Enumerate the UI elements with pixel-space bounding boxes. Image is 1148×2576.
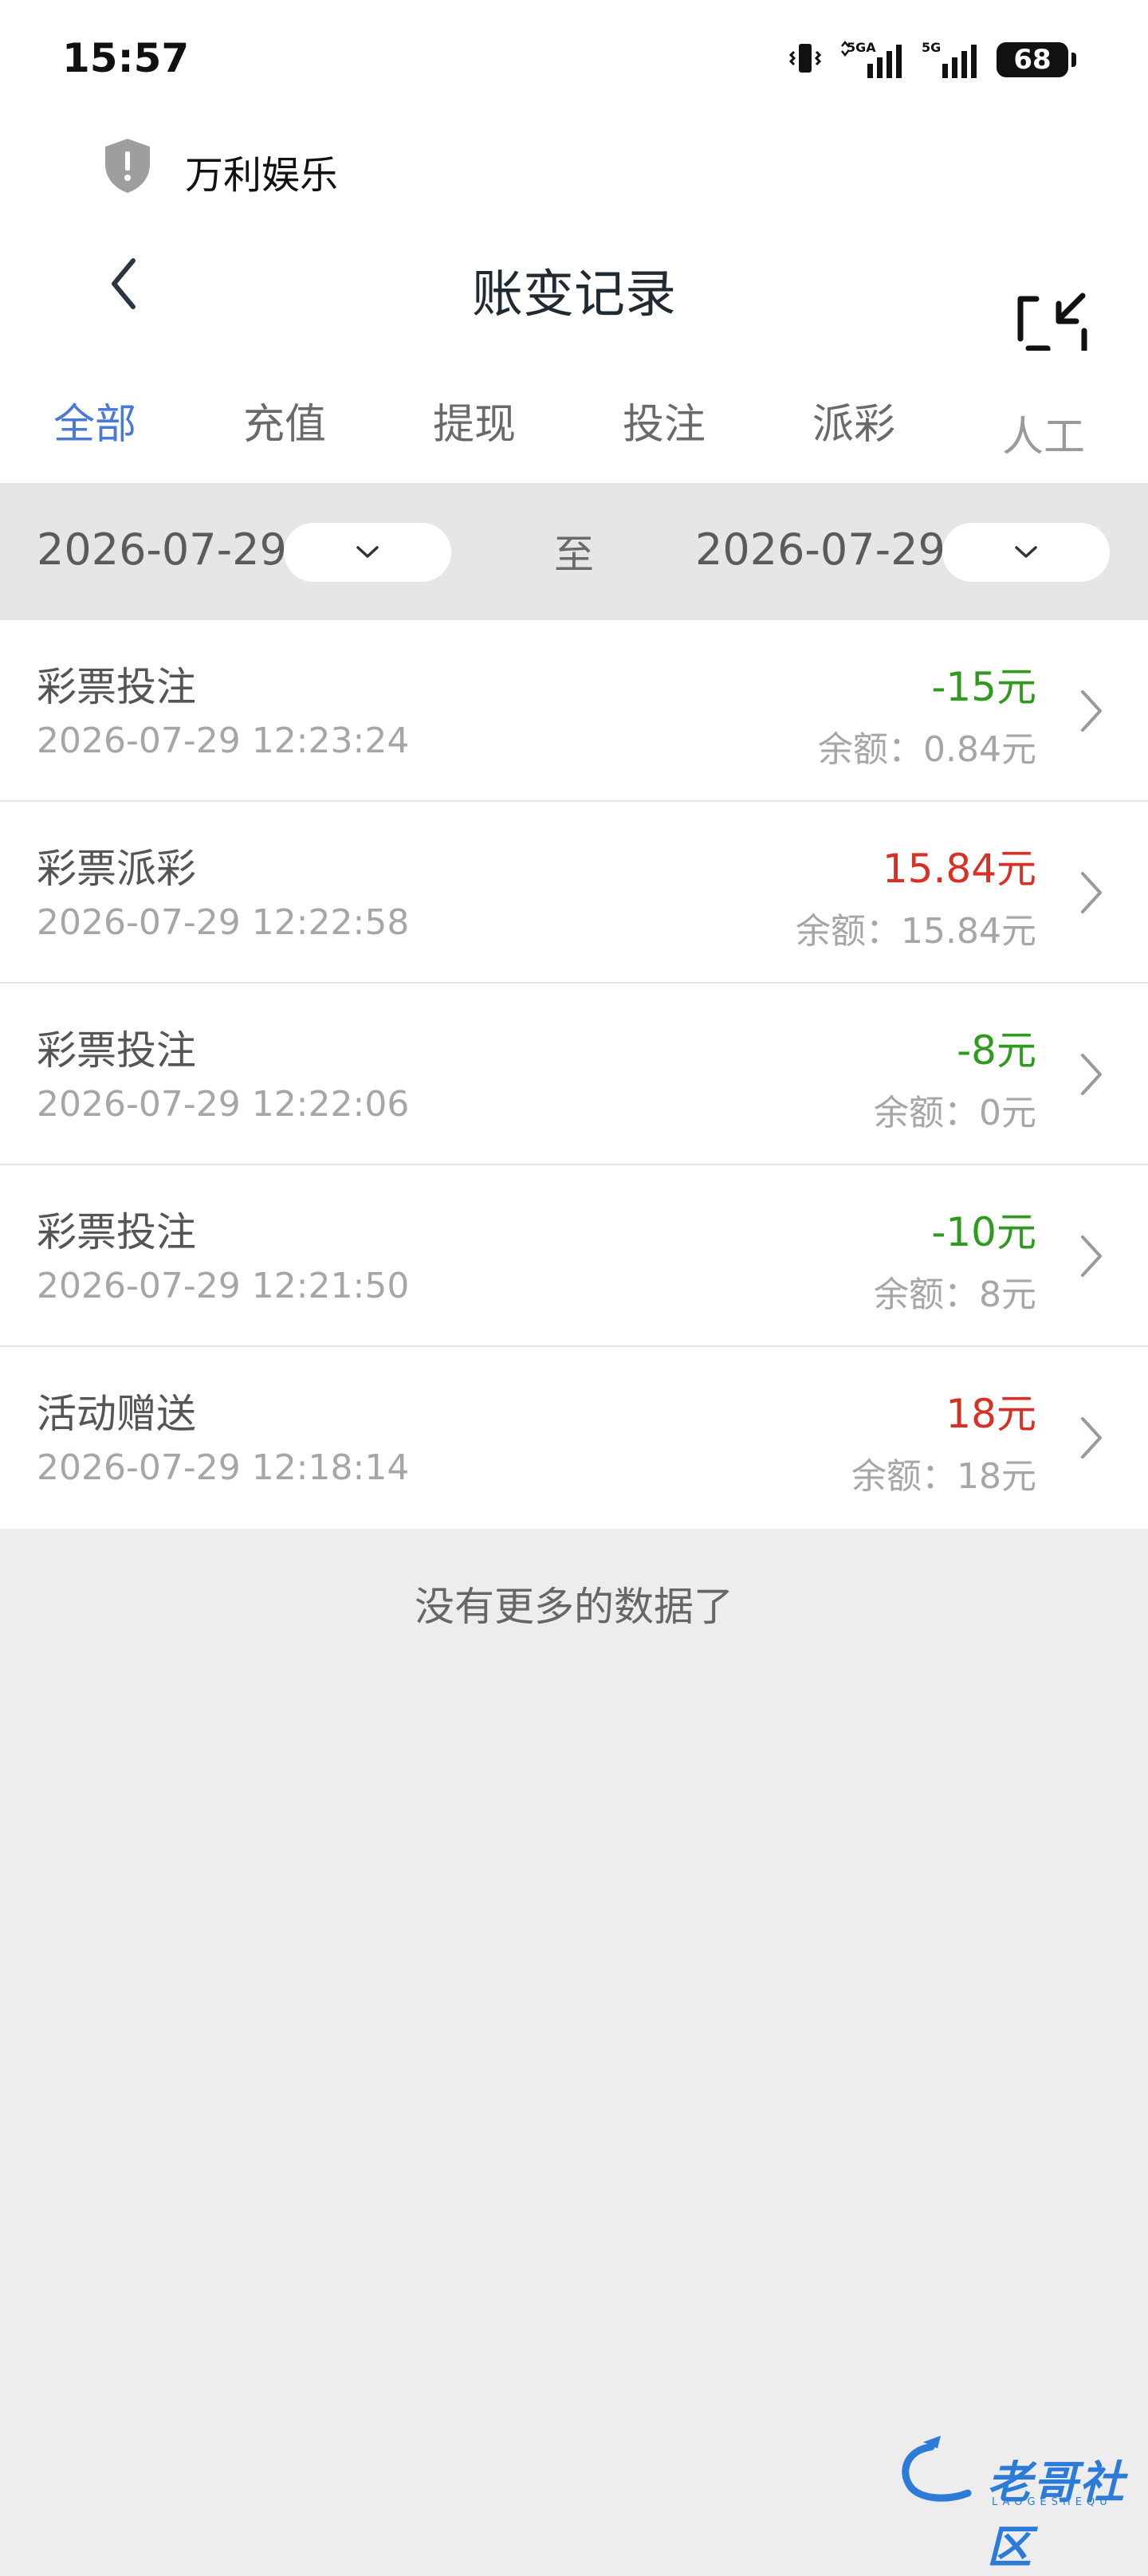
- list-item[interactable]: 彩票派彩 2026-07-29 12:22:58 15.84元 余额：15.84…: [0, 802, 1148, 984]
- list-item[interactable]: 彩票投注 2026-07-29 12:23:24 -15元 余额：0.84元: [0, 620, 1148, 802]
- chevron-right-icon: [1078, 1232, 1105, 1283]
- record-amount: 15.84元: [882, 846, 1036, 892]
- tab-manual[interactable]: 人工: [949, 351, 1138, 483]
- record-balance: 余额：15.84元: [796, 911, 1036, 952]
- list-item[interactable]: 活动赠送 2026-07-29 12:18:14 18元 余额：18元: [0, 1347, 1148, 1529]
- date-filter-bar: 2026-07-29 至 2026-07-29: [0, 483, 1148, 620]
- dragon-logo-icon: [902, 2436, 972, 2502]
- record-amount: -8元: [957, 1027, 1036, 1074]
- signal-5g-icon: 5G: [922, 40, 979, 80]
- record-balance: 余额：0元: [874, 1093, 1036, 1133]
- record-type: 彩票投注: [37, 1027, 196, 1074]
- record-balance: 余额：18元: [851, 1456, 1036, 1497]
- page-title: 账变记录: [472, 265, 676, 324]
- record-time: 2026-07-29 12:23:24: [37, 721, 410, 761]
- vibrate-icon: [788, 41, 823, 79]
- list-item[interactable]: 彩票投注 2026-07-29 12:22:06 -8元 余额：0元: [0, 984, 1148, 1165]
- record-type: 彩票投注: [37, 664, 196, 710]
- no-more-data-message: 没有更多的数据了: [415, 1584, 733, 1630]
- chevron-down-icon: [1015, 546, 1037, 558]
- chevron-right-icon: [1078, 1414, 1105, 1465]
- chevron-right-icon: [1078, 869, 1105, 920]
- end-date-text: 2026-07-29: [695, 524, 946, 575]
- record-balance: 余额：8元: [874, 1274, 1036, 1315]
- start-date-dropdown[interactable]: [284, 523, 451, 582]
- battery-icon: 68: [997, 42, 1076, 77]
- status-icons: 5GA 5G 68: [788, 40, 1076, 80]
- record-amount: 18元: [946, 1391, 1036, 1437]
- record-balance: 余额：0.84元: [818, 729, 1036, 770]
- start-date-text: 2026-07-29: [37, 524, 287, 575]
- category-tabs: 全部 充值 提现 投注 派彩 人工: [0, 351, 1148, 483]
- record-amount: -15元: [931, 664, 1036, 710]
- record-type: 活动赠送: [37, 1391, 196, 1437]
- record-time: 2026-07-29 12:18:14: [37, 1447, 410, 1488]
- list-item[interactable]: 彩票投注 2026-07-29 12:21:50 -10元 余额：8元: [0, 1165, 1148, 1347]
- transaction-list: 彩票投注 2026-07-29 12:23:24 -15元 余额：0.84元 彩…: [0, 620, 1148, 1529]
- date-range-separator: 至: [554, 532, 594, 578]
- chevron-down-icon: [356, 546, 379, 558]
- status-time: 15:57: [62, 35, 190, 81]
- nav-bar: 账变记录: [0, 215, 1148, 377]
- record-time: 2026-07-29 12:22:06: [37, 1084, 410, 1125]
- record-time: 2026-07-29 12:21:50: [37, 1266, 410, 1306]
- watermark-text: 老哥社区: [987, 2457, 1126, 2574]
- app-name: 万利娱乐: [185, 153, 339, 198]
- watermark-logo: 老哥社区 LAOGESHEQU: [891, 2431, 1132, 2574]
- app-bar: 万利娱乐: [0, 120, 1148, 215]
- tab-bet[interactable]: 投注: [569, 351, 759, 483]
- watermark-subtext: LAOGESHEQU: [992, 2496, 1112, 2508]
- chevron-right-icon: [1078, 1050, 1105, 1101]
- signal-5ga-icon: 5GA: [840, 40, 904, 80]
- end-date-dropdown[interactable]: [942, 523, 1110, 582]
- record-type: 彩票派彩: [37, 846, 196, 892]
- status-bar: 15:57 5GA 5G 68: [0, 0, 1148, 120]
- chevron-right-icon: [1078, 687, 1105, 738]
- record-type: 彩票投注: [37, 1209, 196, 1255]
- tab-all[interactable]: 全部: [0, 351, 190, 483]
- record-time: 2026-07-29 12:22:58: [37, 902, 410, 943]
- shield-alert-icon: [102, 137, 153, 198]
- tab-withdraw[interactable]: 提现: [379, 351, 569, 483]
- tab-payout[interactable]: 派彩: [759, 351, 949, 483]
- record-amount: -10元: [931, 1209, 1036, 1255]
- tab-recharge[interactable]: 充值: [190, 351, 379, 483]
